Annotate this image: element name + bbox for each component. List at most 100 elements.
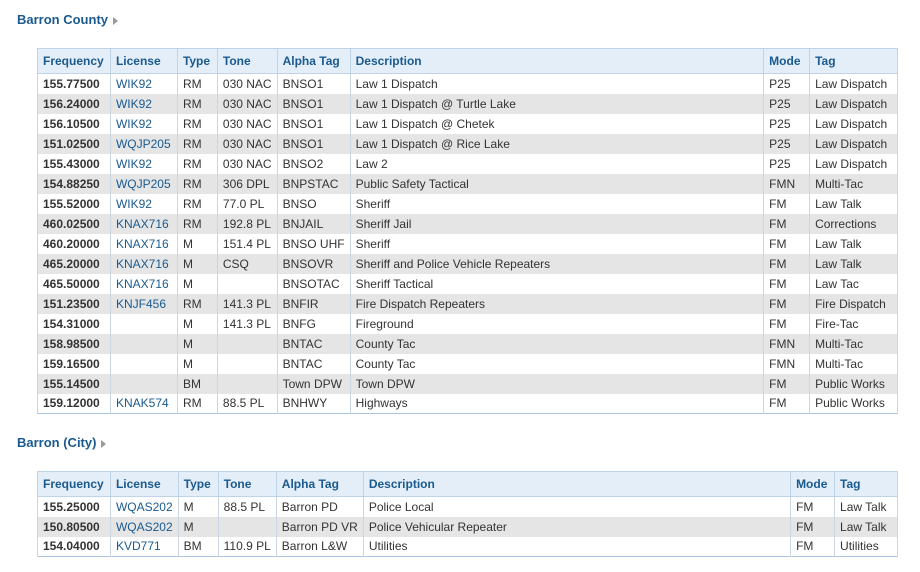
alpha-tag-cell: BNFIR	[276, 293, 351, 314]
license-link[interactable]: KNJF456	[116, 297, 166, 311]
license-link[interactable]: KNAK574	[116, 396, 169, 410]
license-link[interactable]: KNAX716	[116, 257, 169, 271]
type-cell: RM	[176, 173, 218, 194]
frequency-cell: 158.98500	[37, 333, 111, 354]
mode-cell: FM	[763, 273, 811, 294]
tone-cell: 77.0 PL	[216, 193, 278, 214]
type-cell: BM	[176, 373, 218, 394]
table-row: 154.04000 KVD771 BM 110.9 PL Barron L&W Utili…	[37, 536, 898, 557]
type-cell: RM	[176, 153, 218, 174]
description-cell: Law 2	[349, 153, 765, 174]
alpha-tag-cell: Barron L&W	[275, 536, 364, 557]
license-link[interactable]: WQJP205	[116, 137, 171, 151]
table-row: 150.80500 WQAS202 M Barron PD VR Police Vehi…	[37, 516, 898, 537]
tone-cell: 88.5 PL	[216, 393, 278, 414]
frequency-cell: 155.14500	[37, 373, 111, 394]
alpha-tag-cell: BNSO2	[276, 153, 351, 174]
column-header-description: Description	[362, 471, 792, 497]
tag-cell: Law Talk	[809, 233, 898, 254]
frequency-cell: 155.25000	[37, 496, 111, 517]
license-cell: KVD771	[109, 536, 179, 557]
tone-cell: 030 NAC	[216, 113, 278, 134]
column-header-tag: Tag	[834, 471, 898, 497]
description-cell: Police Local	[362, 496, 792, 517]
frequency-cell: 460.20000	[37, 233, 111, 254]
table-row: 159.12000 KNAK574 RM 88.5 PL BNHWY Highways FM…	[37, 393, 898, 414]
license-cell: KNAX716	[109, 253, 178, 274]
description-cell: Utilities	[362, 536, 792, 557]
description-cell: Law 1 Dispatch @ Turtle Lake	[349, 93, 765, 114]
license-cell: KNAK574	[109, 393, 178, 414]
description-cell: Police Vehicular Repeater	[362, 516, 792, 537]
type-cell: BM	[177, 536, 219, 557]
mode-cell: FMN	[763, 333, 811, 354]
alpha-tag-cell: BNTAC	[276, 333, 351, 354]
license-link[interactable]: WIK92	[116, 77, 152, 91]
table-row: 460.02500 KNAX716 RM 192.8 PL BNJAIL Sheriff …	[37, 213, 898, 234]
license-link[interactable]: KNAX716	[116, 237, 169, 251]
license-link[interactable]: WIK92	[116, 117, 152, 131]
description-cell: County Tac	[349, 333, 765, 354]
license-cell	[109, 353, 178, 374]
license-link[interactable]: WIK92	[116, 97, 152, 111]
mode-cell: FM	[790, 496, 836, 517]
section-header-barron-city[interactable]: Barron (City)	[17, 435, 107, 451]
license-cell: WIK92	[109, 93, 178, 114]
tag-cell: Law Talk	[809, 193, 898, 214]
description-cell: Law 1 Dispatch @ Chetek	[349, 113, 765, 134]
license-link[interactable]: WQJP205	[116, 177, 171, 191]
type-cell: RM	[176, 393, 218, 414]
tone-cell: 306 DPL	[216, 173, 278, 194]
alpha-tag-cell: BNFG	[276, 313, 351, 334]
frequency-cell: 465.50000	[37, 273, 111, 294]
license-link[interactable]: WQAS202	[116, 500, 173, 514]
column-header-description: Description	[349, 48, 765, 74]
type-cell: RM	[176, 113, 218, 134]
table-row: 465.20000 KNAX716 M CSQ BNSOVR Sheriff and Po…	[37, 253, 898, 274]
mode-cell: FM	[763, 293, 811, 314]
tag-cell: Law Dispatch	[809, 153, 898, 174]
column-header-frequency: Frequency	[37, 48, 111, 74]
table-row: 460.20000 KNAX716 M 151.4 PL BNSO UHF Sheriff…	[37, 233, 898, 254]
alpha-tag-cell: BNSO	[276, 193, 351, 214]
frequency-cell: 159.12000	[37, 393, 111, 414]
table-header-row: Frequency License Type Tone Alpha Tag De…	[37, 48, 898, 74]
alpha-tag-cell: BNTAC	[276, 353, 351, 374]
column-header-mode: Mode	[790, 471, 836, 497]
license-link[interactable]: WQAS202	[116, 520, 173, 534]
section-header-barron-county[interactable]: Barron County	[17, 12, 118, 28]
tone-cell	[216, 373, 278, 394]
license-link[interactable]: WIK92	[116, 197, 152, 211]
license-link[interactable]: WIK92	[116, 157, 152, 171]
type-cell: M	[176, 233, 218, 254]
frequency-cell: 151.02500	[37, 133, 111, 154]
frequency-cell: 154.04000	[37, 536, 111, 557]
tag-cell: Law Tac	[809, 273, 898, 294]
license-cell: WQJP205	[109, 173, 178, 194]
mode-cell: FM	[763, 213, 811, 234]
license-cell: KNJF456	[109, 293, 178, 314]
alpha-tag-cell: BNJAIL	[276, 213, 351, 234]
description-cell: Fire Dispatch Repeaters	[349, 293, 765, 314]
license-link[interactable]: KNAX716	[116, 277, 169, 291]
table-row: 154.31000 M 141.3 PL BNFG Fireground FM Fire-T…	[37, 313, 898, 334]
alpha-tag-cell: BNSO1	[276, 133, 351, 154]
license-link[interactable]: KNAX716	[116, 217, 169, 231]
table-row: 154.88250 WQJP205 RM 306 DPL BNPSTAC Public S…	[37, 173, 898, 194]
tag-cell: Law Talk	[834, 496, 898, 517]
description-cell: Sheriff Jail	[349, 213, 765, 234]
tag-cell: Utilities	[834, 536, 898, 557]
frequency-cell: 154.31000	[37, 313, 111, 334]
mode-cell: FM	[763, 193, 811, 214]
license-link[interactable]: KVD771	[116, 539, 161, 553]
expand-arrow-icon	[113, 16, 118, 25]
tag-cell: Public Works	[809, 373, 898, 394]
alpha-tag-cell: BNSO1	[276, 93, 351, 114]
license-cell: WQJP205	[109, 133, 178, 154]
type-cell: RM	[176, 293, 218, 314]
table-row: 151.02500 WQJP205 RM 030 NAC BNSO1 Law 1 Disp…	[37, 133, 898, 154]
table-row: 465.50000 KNAX716 M BNSOTAC Sheriff Tactical…	[37, 273, 898, 294]
type-cell: RM	[176, 213, 218, 234]
description-cell: Sheriff Tactical	[349, 273, 765, 294]
type-cell: M	[176, 253, 218, 274]
